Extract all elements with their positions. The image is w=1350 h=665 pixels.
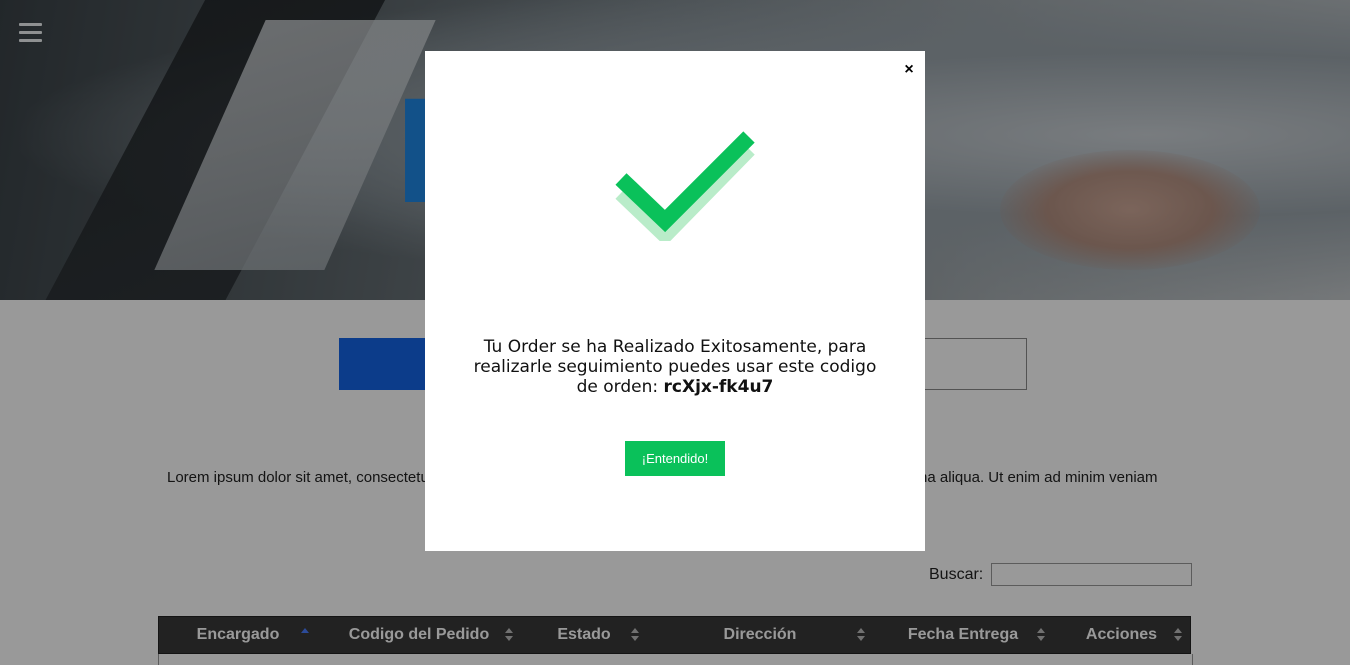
confirm-button[interactable]: ¡Entendido! xyxy=(625,441,725,476)
close-icon[interactable]: × xyxy=(902,62,916,78)
success-message: Tu Order se ha Realizado Exitosamente, p… xyxy=(465,337,885,397)
order-code: rcXjx-fk4u7 xyxy=(663,377,774,397)
success-modal: × Tu Order se ha Realizado Exitosamente,… xyxy=(425,51,925,551)
success-check-icon xyxy=(615,131,755,247)
